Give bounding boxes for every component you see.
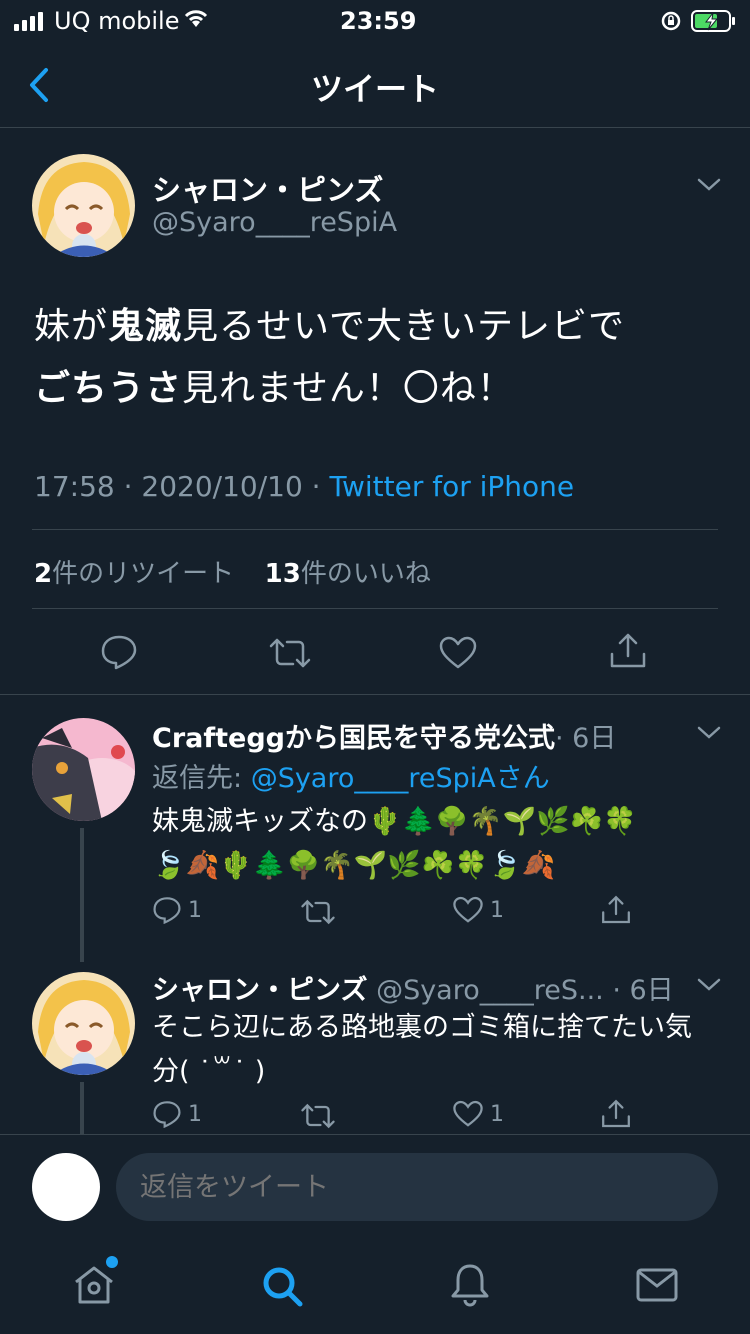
like-count: 1 [490,897,504,923]
reply-action[interactable]: 1 [152,1100,202,1128]
reply-to-line: 返信先: @Syaro____reSpiAさん [152,756,550,795]
reply-header: Crafteggから国民を守る党公式· 6日 [152,716,616,755]
like-action[interactable]: 1 [452,1100,504,1128]
reply-avatar[interactable] [32,718,135,821]
divider [32,529,718,530]
reply-count: 1 [188,897,202,923]
reply-count: 1 [188,1101,202,1127]
thread-line [80,1082,84,1134]
reply-author-handle[interactable]: @Syaro____reS... [376,975,604,1006]
tweet-text-part: 見れません！〇ね！ [182,368,514,409]
reply-text: そこら辺にある路地裏のゴミ箱に捨てたい気 分( ˙꒳˙ ) [152,1006,692,1094]
reply-input[interactable] [116,1153,718,1221]
like-count[interactable]: 13 [265,559,301,589]
like-heart-icon[interactable] [452,896,484,924]
reply-time: · 6日 [612,975,674,1006]
tweet-timestamp: 17:58 · 2020/10/10 · [34,470,330,503]
signal-icon [14,12,43,31]
reply-author-name[interactable]: シャロン・ピンズ [152,975,367,1006]
navigation-bar: ツイート [0,42,750,128]
reply-text-line: 分( ˙꒳˙ ) [152,1056,266,1087]
like-heart-icon[interactable] [438,636,478,670]
divider [0,694,750,695]
retweet-icon[interactable] [300,898,336,926]
like-count: 1 [490,1101,504,1127]
chevron-down-icon[interactable] [696,724,722,742]
battery-icon [691,9,737,33]
retweet-icon[interactable] [300,1102,336,1130]
avatar[interactable] [32,154,135,257]
composer-avatar [32,1153,100,1221]
reply-action[interactable]: 1 [152,896,202,924]
home-icon[interactable] [72,1264,116,1306]
reply-icon[interactable] [152,1100,182,1128]
author-name[interactable]: シャロン・ピンズ [152,167,383,209]
notification-dot [106,1256,118,1268]
search-icon[interactable] [260,1264,304,1308]
author-handle[interactable]: @Syaro____reSpiA [152,207,397,238]
tab-bar [0,1240,750,1334]
like-action[interactable]: 1 [452,896,504,924]
retweet-label[interactable]: 件のリツイート [52,559,234,589]
reply-author-name[interactable]: Crafteggから国民を守る党公式 [152,723,555,754]
tweet-text: 妹が鬼滅見るせいで大きいテレビでごちうさ見れません！〇ね！ [34,296,724,420]
wifi-icon [183,9,209,29]
rotation-lock-icon [660,10,682,32]
status-bar: UQ mobile 23:59 [0,0,750,42]
retweet-icon[interactable] [268,636,312,670]
reply-avatar[interactable] [32,972,135,1075]
reply-text-line: 🍃🍂🌵🌲🌳🌴🌱🌿☘️🍀🍃🍂 [152,850,556,881]
tweet-meta: 17:58 · 2020/10/10 · Twitter for iPhone [34,470,574,503]
share-icon[interactable] [600,894,632,926]
reply-icon[interactable] [100,634,138,670]
clock: 23:59 [340,7,417,35]
like-heart-icon[interactable] [452,1100,484,1128]
reply-icon[interactable] [152,896,182,924]
tweet-text-part: ごちうさ [34,368,183,409]
reply-to-label: 返信先: [152,763,251,794]
retweet-count[interactable]: 2 [34,559,52,589]
divider [32,608,718,609]
thread-line [80,828,84,962]
reply-time: · 6日 [554,723,617,754]
tweet-text-part: 妹が [34,306,109,347]
bell-icon[interactable] [450,1262,490,1308]
tweet-text-part: 見るせいで大きいテレビで [182,306,625,347]
engagement-stats: 2件のリツイート 13件のいいね [34,553,431,590]
carrier-name: UQ mobile [54,7,180,35]
reply-text-line: そこら辺にある路地裏のゴミ箱に捨てたい気 [152,1012,692,1043]
share-icon[interactable] [600,1098,632,1130]
chevron-down-icon[interactable] [696,176,722,194]
reply-to-handle[interactable]: @Syaro____reSpiAさん [251,763,550,794]
reply-text: 妹鬼滅キッズなの🌵🌲🌳🌴🌱🌿☘️🍀 🍃🍂🌵🌲🌳🌴🌱🌿☘️🍀🍃🍂 [152,800,637,888]
page-title: ツイート [310,70,439,108]
tweet-text-part: 鬼滅 [108,306,183,347]
tweet-source-link[interactable]: Twitter for iPhone [329,470,574,503]
like-label[interactable]: 件のいいね [301,559,431,589]
reply-header: シャロン・ピンズ @Syaro____reS... · 6日 [152,968,674,1007]
chevron-down-icon[interactable] [696,976,722,994]
share-icon[interactable] [608,632,648,670]
reply-composer [0,1134,750,1240]
reply-text-line: 妹鬼滅キッズなの🌵🌲🌳🌴🌱🌿☘️🍀 [152,806,637,837]
mail-icon[interactable] [636,1268,678,1302]
